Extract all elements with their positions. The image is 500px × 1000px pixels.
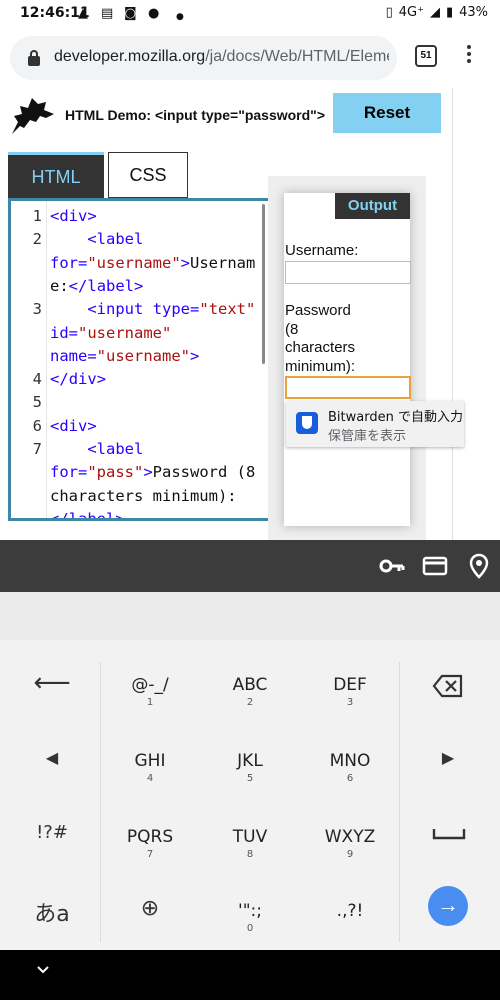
dot-icon: ●	[176, 12, 184, 22]
code-text: <label	[87, 230, 144, 249]
browser-toolbar: developer.mozilla.org/ja/docs/Web/HTML/E…	[0, 28, 500, 88]
url-bar[interactable]: developer.mozilla.org/ja/docs/Web/HTML/E…	[10, 36, 397, 80]
code-text: <div>	[50, 207, 97, 225]
username-label: Username:	[285, 242, 359, 259]
key-9[interactable]: WXYZ 9	[310, 826, 390, 862]
keyboard-gap	[0, 592, 500, 640]
key-icon[interactable]	[377, 552, 405, 580]
bitwarden-shield-icon	[296, 412, 318, 434]
code-text: for="username">Usernam	[50, 253, 256, 272]
url-text[interactable]: developer.mozilla.org/ja/docs/Web/HTML/E…	[54, 48, 389, 66]
password-label-line: Password	[285, 302, 351, 319]
phone-icon: ▯	[385, 5, 393, 20]
line-number: 3	[32, 300, 42, 319]
cursor-left-key[interactable]: ◀	[30, 748, 74, 767]
password-label-line: characters	[285, 339, 356, 356]
code-text: name="username">	[50, 346, 200, 365]
space-key-icon[interactable]	[432, 826, 466, 842]
network-type: 4G⁺	[398, 5, 424, 20]
lock-icon[interactable]	[28, 50, 40, 66]
url-path: /ja/docs/Web/HTML/Elemen	[205, 48, 389, 65]
calendar-icon: ▤	[101, 6, 114, 21]
bitwarden-autofill-suggestion[interactable]: Bitwarden で自動入力 保管庫を表示	[286, 401, 464, 447]
cursor-right-key[interactable]: ▶	[428, 748, 468, 767]
location-pin-icon[interactable]	[465, 552, 493, 580]
key-3[interactable]: DEF 3	[310, 674, 390, 710]
battery-icon: ▮	[445, 5, 454, 20]
autofill-title: Bitwarden で自動入力	[328, 410, 463, 425]
symbols-key[interactable]: !?#	[30, 822, 74, 843]
code-text: </label>	[50, 509, 125, 521]
username-input[interactable]	[285, 261, 411, 284]
status-bar: 12:46:11 ▲ ▤ ◙ ● ● ▯ 4G⁺ ◢ ▮ 43%	[0, 0, 500, 28]
code-text: characters minimum):	[50, 486, 237, 505]
enter-key[interactable]: →	[428, 886, 468, 926]
editor-scrollbar[interactable]	[262, 204, 265, 364]
line-number: 6	[32, 416, 42, 435]
code-text: e:</label>	[50, 276, 144, 295]
mdn-dino-logo-icon	[12, 98, 54, 134]
signal-icon: ◢	[429, 5, 440, 20]
tab-css[interactable]: CSS	[108, 152, 188, 198]
key-2[interactable]: ABC 2	[210, 674, 290, 710]
line-number: 1	[32, 207, 42, 225]
password-label-line: (8	[285, 320, 299, 338]
tab-switcher-button[interactable]: 51	[415, 45, 437, 67]
password-label-line: minimum):	[285, 357, 355, 375]
url-host: developer.mozilla.org	[54, 48, 206, 65]
kana-switch-key[interactable]: あa	[30, 896, 74, 928]
key-7[interactable]: PQRS 7	[110, 826, 190, 862]
keyboard-accessory-bar	[0, 540, 500, 592]
status-right: ▯ 4G⁺ ◢ ▮ 43%	[386, 5, 488, 20]
discord-icon: ◙	[124, 6, 137, 21]
code-text: <input type="text"	[87, 300, 256, 319]
backspace-icon[interactable]	[432, 674, 464, 698]
line-number: 7	[32, 440, 42, 458]
system-nav-bar	[0, 950, 500, 1000]
key-0[interactable]: '":; 0	[210, 900, 290, 936]
key-5[interactable]: JKL 5	[210, 750, 290, 786]
keyboard-divider	[100, 662, 101, 942]
more-menu-icon[interactable]	[464, 42, 474, 70]
line-icon: ●	[148, 6, 160, 21]
key-4[interactable]: GHI 4	[110, 750, 190, 786]
reset-button[interactable]: Reset	[333, 93, 441, 133]
key-1[interactable]: @-_/1	[110, 674, 190, 710]
code-text: for="pass">Password (8	[50, 463, 256, 482]
alert-icon: ▲	[78, 6, 88, 21]
credit-card-icon[interactable]	[421, 552, 449, 580]
line-number: 2	[32, 230, 42, 249]
tab-html[interactable]: HTML	[8, 152, 104, 198]
battery-level: 43%	[459, 5, 488, 20]
undo-key[interactable]: ⟵	[30, 668, 74, 698]
line-number: 5	[32, 393, 42, 412]
globe-icon[interactable]: ⊕	[130, 896, 170, 921]
code-text: </div>	[50, 370, 107, 389]
page-divider	[452, 88, 453, 540]
code-text: <label	[87, 440, 144, 458]
key-punctuation[interactable]: .,?!	[310, 900, 390, 922]
autofill-subtitle: 保管庫を表示	[328, 429, 407, 444]
keyboard-divider	[399, 662, 400, 942]
code-text: id="username"	[50, 323, 172, 342]
line-number: 4	[32, 370, 42, 389]
output-label: Output	[335, 193, 410, 219]
code-editor[interactable]: 1 <div> 2 <label for="username">Usernam e:</…	[8, 198, 268, 521]
chevron-down-icon[interactable]	[36, 963, 50, 977]
key-8[interactable]: TUV 8	[210, 826, 290, 862]
demo-title: HTML Demo: <input type="password">	[65, 107, 325, 123]
key-6[interactable]: MNO 6	[310, 750, 390, 786]
password-label: Password (8 characters minimum):	[285, 302, 355, 376]
password-input[interactable]	[285, 376, 411, 399]
code-text: <div>	[50, 416, 97, 435]
